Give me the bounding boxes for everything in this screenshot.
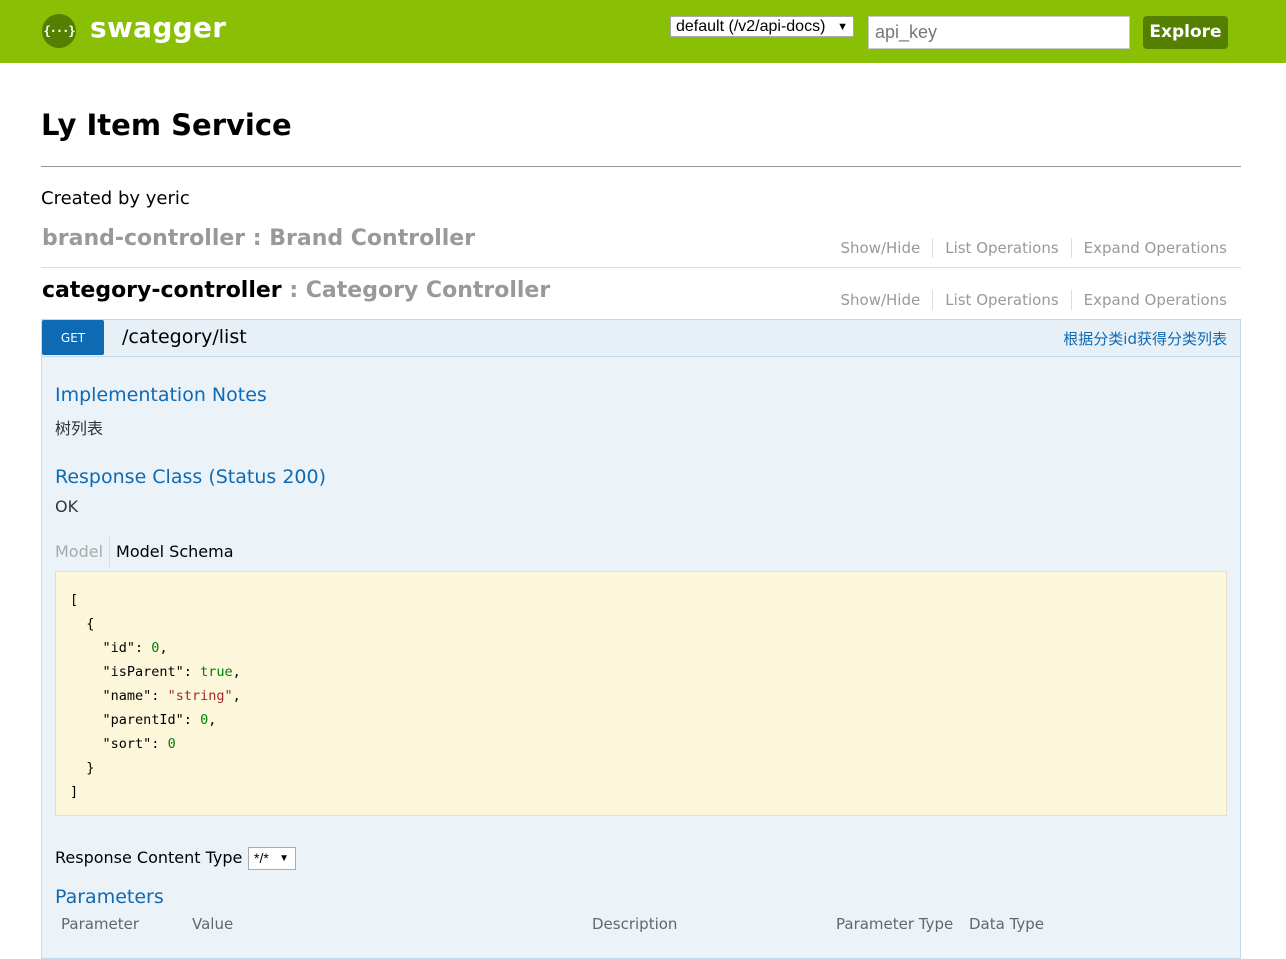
- api-spec-select-value: default (/v2/api-docs): [676, 18, 826, 35]
- column-header-parameter: Parameter: [61, 915, 140, 933]
- swagger-logo-icon[interactable]: {···}: [42, 14, 76, 48]
- show-hide-link[interactable]: Show/Hide: [828, 290, 932, 310]
- expand-operations-link[interactable]: Expand Operations: [1070, 238, 1227, 258]
- page-title: Ly Item Service: [41, 108, 292, 142]
- resource-name[interactable]: brand-controller: [42, 226, 245, 251]
- implementation-notes-heading: Implementation Notes: [55, 384, 267, 406]
- operation-get-category-list: GET /category/list 根据分类id获得分类列表 Implemen…: [41, 319, 1241, 959]
- schema-value: 0: [167, 736, 176, 752]
- model-tabs: Model Model Schema: [55, 537, 240, 567]
- column-header-description: Description: [592, 915, 678, 933]
- schema-code: [ { "id": 0, "isParent": true, "name": "…: [70, 592, 241, 800]
- operation-heading[interactable]: GET /category/list 根据分类id获得分类列表: [42, 320, 1240, 357]
- tab-model[interactable]: Model: [55, 537, 109, 567]
- response-content-type-value: */*: [254, 850, 269, 866]
- schema-value: 0: [200, 712, 209, 728]
- column-header-parameter-type: Parameter Type: [836, 915, 954, 933]
- resource-name[interactable]: category-controller: [42, 278, 282, 303]
- resource-divider: [41, 267, 1241, 268]
- http-method-badge[interactable]: GET: [42, 320, 104, 355]
- dropdown-arrow-icon: ▼: [837, 21, 848, 33]
- column-header-value: Value: [192, 915, 234, 933]
- top-header: {···} swagger default (/v2/api-docs) ▼ E…: [0, 0, 1286, 63]
- response-content-type-label: Response Content Type: [55, 848, 243, 867]
- explore-button[interactable]: Explore: [1143, 16, 1228, 49]
- expand-operations-link[interactable]: Expand Operations: [1070, 290, 1227, 310]
- implementation-notes-text: 树列表: [55, 419, 104, 438]
- column-header-data-type: Data Type: [969, 915, 1045, 933]
- api-key-input[interactable]: [868, 16, 1130, 49]
- resource-links: Show/Hide List Operations Expand Operati…: [828, 290, 1227, 310]
- operation-path[interactable]: /category/list: [122, 326, 247, 348]
- list-operations-link[interactable]: List Operations: [932, 238, 1070, 258]
- response-content-type-select[interactable]: */* ▼: [248, 847, 296, 870]
- api-spec-select[interactable]: default (/v2/api-docs) ▼: [670, 16, 854, 37]
- list-operations-link[interactable]: List Operations: [932, 290, 1070, 310]
- operation-summary[interactable]: 根据分类id获得分类列表: [1063, 328, 1227, 349]
- resource-heading[interactable]: category-controller : Category Controlle…: [42, 278, 550, 303]
- schema-value: true: [200, 664, 233, 680]
- show-hide-link[interactable]: Show/Hide: [828, 238, 932, 258]
- resource-brand-controller: brand-controller : Brand Controller Show…: [41, 226, 1241, 276]
- schema-value: "string": [167, 688, 233, 704]
- response-class-heading: Response Class (Status 200): [55, 466, 326, 488]
- logo-text[interactable]: swagger: [90, 11, 226, 44]
- dropdown-arrow-icon: ▼: [279, 853, 289, 864]
- parameters-heading: Parameters: [55, 886, 164, 908]
- resource-links: Show/Hide List Operations Expand Operati…: [828, 238, 1227, 258]
- response-class-text: OK: [55, 497, 79, 516]
- schema-key: "parentId": [102, 712, 184, 728]
- schema-key: "name": [102, 688, 152, 704]
- model-schema-box[interactable]: [ { "id": 0, "isParent": true, "name": "…: [55, 571, 1227, 816]
- title-divider: [41, 166, 1241, 167]
- schema-key: "isParent": [102, 664, 184, 680]
- schema-key: "sort": [102, 736, 152, 752]
- created-by-text: Created by yeric: [41, 188, 190, 209]
- tab-model-schema[interactable]: Model Schema: [109, 537, 239, 567]
- resource-description: : Category Controller: [281, 278, 551, 303]
- resource-description: : Brand Controller: [245, 226, 476, 251]
- resource-heading[interactable]: brand-controller : Brand Controller: [42, 226, 475, 251]
- schema-key: "id": [102, 640, 136, 656]
